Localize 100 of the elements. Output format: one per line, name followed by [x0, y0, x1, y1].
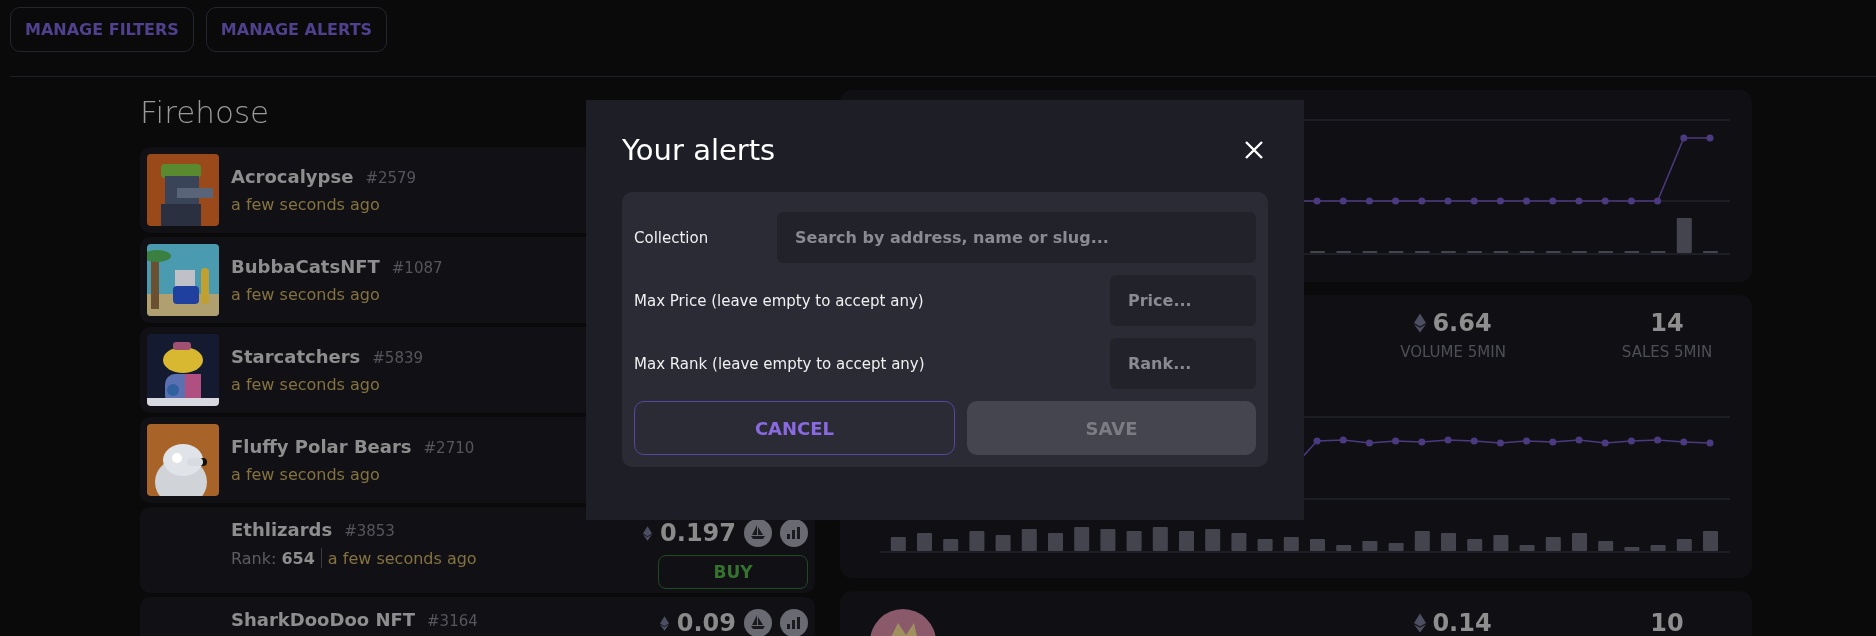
sale-card[interactable]: Ethlizards #3853 Rank: 654 a few seconds ago 0.197 BUY: [140, 507, 815, 593]
chart-bar: [890, 537, 906, 551]
chart-point: [1392, 197, 1400, 205]
collection-name[interactable]: Starcatchers: [231, 346, 361, 367]
chart-bar: [1676, 218, 1692, 253]
buy-button[interactable]: BUY: [658, 555, 808, 589]
input-field[interactable]: Price...: [1110, 275, 1256, 326]
chart-bar: [1048, 533, 1063, 551]
chart-bar: [1310, 539, 1325, 551]
chart-bar: [1336, 545, 1352, 551]
chart-point: [1523, 437, 1531, 445]
chart-point: [1627, 197, 1635, 205]
section-title: Firehose: [140, 93, 271, 132]
stat-value: 6.64: [1432, 309, 1492, 337]
chart-point: [1418, 197, 1426, 205]
boat-icon[interactable]: [744, 609, 772, 636]
chart-point: [1496, 439, 1504, 447]
chart-point: [1601, 439, 1609, 447]
chart-bar: [1074, 527, 1090, 551]
chart-point: [1339, 197, 1347, 205]
bar-chart-icon[interactable]: [780, 609, 808, 636]
chart-bar: [1519, 545, 1535, 551]
chart-point: [1680, 134, 1688, 142]
chart-point: [1549, 197, 1557, 205]
collection-name[interactable]: BubbaCatsNFT: [231, 256, 380, 277]
chart-point: [1706, 134, 1714, 142]
stat-value: 10: [1650, 609, 1684, 636]
bar-chart-icon[interactable]: [780, 519, 808, 547]
chart-bar: [1676, 539, 1692, 551]
chart-bar: [1100, 529, 1116, 551]
stat-value: 0.14: [1432, 609, 1492, 636]
chart-bar: [1126, 531, 1142, 551]
collection-name[interactable]: Acrocalypse: [231, 166, 354, 187]
chart-point: [1392, 437, 1400, 445]
timestamp: a few seconds ago: [231, 375, 380, 394]
chart-point: [1627, 437, 1635, 445]
chart-point: [1575, 436, 1583, 444]
close-icon[interactable]: [1244, 140, 1264, 160]
chart-point: [1418, 438, 1426, 446]
chart-bar: [969, 531, 985, 551]
chart-bar: [1650, 545, 1666, 551]
chart-bar: [1624, 547, 1640, 551]
chart-bar: [1362, 541, 1378, 551]
chart-bar: [917, 533, 932, 551]
chart-bar: [1493, 535, 1509, 551]
chart-point: [1365, 197, 1373, 205]
chart-point: [1470, 437, 1478, 445]
chart-point: [1444, 436, 1452, 444]
chart-point: [1680, 438, 1688, 446]
chart-point: [1654, 436, 1662, 444]
chart-point: [1706, 439, 1714, 447]
chart-bar: [1388, 543, 1404, 551]
chart-bar: [1703, 531, 1718, 551]
chart-point: [1365, 439, 1373, 447]
chart-bar: [1205, 529, 1221, 551]
chart-point: [1654, 197, 1662, 205]
price: 0.09: [676, 609, 736, 636]
chart-point: [1444, 197, 1452, 205]
token-id: #2579: [365, 169, 417, 187]
chart-point: [1523, 197, 1531, 205]
timestamp: a few seconds ago: [231, 195, 380, 214]
rank-label: Rank: 654: [231, 548, 315, 568]
chart-bar: [1283, 537, 1299, 551]
chart-bar: [1021, 529, 1037, 551]
collection-name[interactable]: Fluffy Polar Bears: [231, 436, 412, 457]
chart-bar: [995, 535, 1011, 551]
sale-card[interactable]: SharkDooDoo NFT #3164 0.09: [140, 597, 815, 636]
chart-bar: [1572, 533, 1587, 551]
chart-point: [1549, 438, 1557, 446]
timestamp: a few seconds ago: [327, 548, 477, 568]
chart-point: [1313, 197, 1321, 205]
token-id: #5839: [372, 349, 424, 367]
timestamp: a few seconds ago: [231, 465, 380, 484]
chart-bar: [1179, 531, 1194, 551]
boat-icon[interactable]: [744, 519, 772, 547]
stat-label: SALES 5MIN: [1621, 343, 1713, 361]
chart-bar: [1441, 533, 1456, 551]
token-id: #2710: [423, 439, 475, 457]
token-id: #3164: [427, 612, 478, 630]
ethereum-icon: [659, 615, 669, 631]
input-field[interactable]: Search by address, name or slug...: [777, 212, 1256, 263]
chart-point: [1496, 197, 1504, 205]
collection-name[interactable]: SharkDooDoo NFT: [231, 609, 416, 630]
stat-label: VOLUME 5MIN: [1400, 343, 1506, 361]
dialog-button[interactable]: CANCEL: [634, 401, 955, 455]
chart-point: [1470, 197, 1478, 205]
collection-name[interactable]: Ethlizards: [231, 519, 333, 540]
chart-bar: [1467, 539, 1483, 551]
price: 0.197: [660, 519, 736, 547]
chart-point: [1601, 197, 1609, 205]
chart-bar: [1257, 539, 1273, 551]
chart-point: [1575, 197, 1583, 205]
chart-bar: [1231, 533, 1247, 551]
token-id: #3853: [344, 522, 395, 540]
chart-bar: [1152, 527, 1168, 551]
chart-bar: [943, 539, 959, 551]
stat-value: 14: [1650, 309, 1684, 337]
token-id: #1087: [391, 259, 443, 277]
input-field[interactable]: Rank...: [1110, 338, 1256, 389]
chart-point: [1313, 437, 1321, 445]
